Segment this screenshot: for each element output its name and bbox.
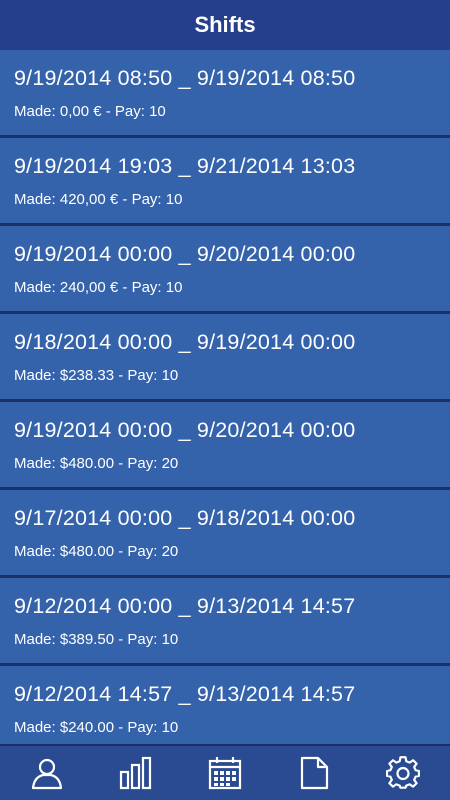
- gear-icon: [386, 756, 421, 789]
- shift-date-range: 9/19/2014 00:00 _ 9/20/2014 00:00: [14, 242, 356, 266]
- shift-row[interactable]: 9/19/2014 08:50 _ 9/19/2014 08:50 Made: …: [0, 50, 450, 138]
- shift-date-range: 9/19/2014 08:50 _ 9/19/2014 08:50: [14, 66, 356, 90]
- shift-earnings: Made: $240.00 - Pay: 10: [14, 719, 179, 736]
- calendar-button[interactable]: [195, 747, 255, 799]
- shift-row[interactable]: 9/12/2014 14:57 _ 9/13/2014 14:57 Made: …: [0, 666, 450, 744]
- shift-earnings: Made: 0,00 € - Pay: 10: [14, 103, 166, 120]
- shift-date-range: 9/19/2014 19:03 _ 9/21/2014 13:03: [14, 154, 356, 178]
- shift-date-range: 9/18/2014 00:00 _ 9/19/2014 00:00: [14, 330, 356, 354]
- person-icon: [31, 758, 62, 790]
- page-title: Shifts: [194, 12, 256, 37]
- shift-earnings: Made: $480.00 - Pay: 20: [14, 455, 179, 472]
- shift-date-range: 9/12/2014 00:00 _ 9/13/2014 14:57: [14, 594, 356, 618]
- shift-earnings: Made: $238.33 - Pay: 10: [14, 367, 179, 384]
- shift-row[interactable]: 9/19/2014 00:00 _ 9/20/2014 00:00 Made: …: [0, 402, 450, 490]
- statistics-button[interactable]: [106, 747, 166, 799]
- shift-row[interactable]: 9/19/2014 00:00 _ 9/20/2014 00:00 Made: …: [0, 226, 450, 314]
- shift-earnings: Made: $480.00 - Pay: 20: [14, 543, 179, 560]
- app-header: Shifts: [0, 0, 450, 50]
- shift-earnings: Made: $389.50 - Pay: 10: [14, 631, 179, 648]
- reports-button[interactable]: [284, 747, 344, 799]
- calendar-icon: [208, 757, 242, 790]
- shift-row[interactable]: 9/17/2014 00:00 _ 9/18/2014 00:00 Made: …: [0, 490, 450, 578]
- shift-row[interactable]: 9/19/2014 19:03 _ 9/21/2014 13:03 Made: …: [0, 138, 450, 226]
- shift-date-range: 9/12/2014 14:57 _ 9/13/2014 14:57: [14, 682, 356, 706]
- profile-button[interactable]: [17, 747, 77, 799]
- shift-earnings: Made: 420,00 € - Pay: 10: [14, 191, 183, 208]
- settings-button[interactable]: [373, 747, 433, 799]
- shift-row[interactable]: 9/12/2014 00:00 _ 9/13/2014 14:57 Made: …: [0, 578, 450, 666]
- shift-earnings: Made: 240,00 € - Pay: 10: [14, 279, 183, 296]
- shift-date-range: 9/17/2014 00:00 _ 9/18/2014 00:00: [14, 506, 356, 530]
- document-icon: [301, 756, 329, 790]
- shift-date-range: 9/19/2014 00:00 _ 9/20/2014 00:00: [14, 418, 356, 442]
- shift-row[interactable]: 9/18/2014 00:00 _ 9/19/2014 00:00 Made: …: [0, 314, 450, 402]
- shift-list[interactable]: 9/19/2014 08:50 _ 9/19/2014 08:50 Made: …: [0, 50, 450, 744]
- bar-chart-icon: [119, 756, 151, 790]
- bottom-navigation: [0, 744, 450, 800]
